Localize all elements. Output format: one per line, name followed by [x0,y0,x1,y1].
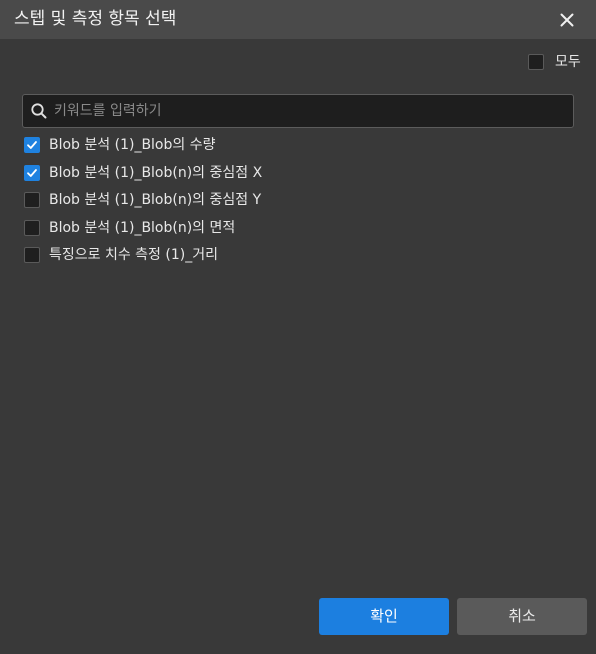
cancel-button[interactable]: 취소 [457,598,587,635]
list-item[interactable]: Blob 분석 (1)_Blob(n)의 면적 [22,219,522,239]
search-icon [31,103,47,119]
check-icon [27,169,37,177]
select-all-checkbox[interactable] [528,54,544,70]
item-checkbox[interactable] [24,220,40,236]
item-label: Blob 분석 (1)_Blob(n)의 면적 [49,220,236,236]
close-icon [560,13,574,27]
item-label: 특징으로 치수 측정 (1)_거리 [49,247,218,263]
dialog-title: 스텝 및 측정 항목 선택 [14,9,177,29]
search-box[interactable] [22,94,574,128]
search-input[interactable] [54,99,564,123]
list-item[interactable]: Blob 분석 (1)_Blob의 수량 [22,136,522,156]
check-icon [27,141,37,149]
item-checkbox[interactable] [24,165,40,181]
list-item[interactable]: Blob 분석 (1)_Blob(n)의 중심점 X [22,164,522,184]
close-button[interactable] [555,8,579,32]
item-label: Blob 분석 (1)_Blob의 수량 [49,137,216,153]
list-item[interactable]: 특징으로 치수 측정 (1)_거리 [22,246,522,266]
select-steps-dialog: 스텝 및 측정 항목 선택 모두 Blob 분석 (1)_Blob의 수량 [0,0,596,654]
item-label: Blob 분석 (1)_Blob(n)의 중심점 Y [49,192,262,208]
select-all-label: 모두 [555,54,581,70]
item-label: Blob 분석 (1)_Blob(n)의 중심점 X [49,165,263,181]
title-bar: 스텝 및 측정 항목 선택 [0,0,596,39]
list-item[interactable]: Blob 분석 (1)_Blob(n)의 중심점 Y [22,191,522,211]
item-checkbox[interactable] [24,192,40,208]
item-checkbox[interactable] [24,247,40,263]
ok-button[interactable]: 확인 [319,598,449,635]
item-checkbox[interactable] [24,137,40,153]
